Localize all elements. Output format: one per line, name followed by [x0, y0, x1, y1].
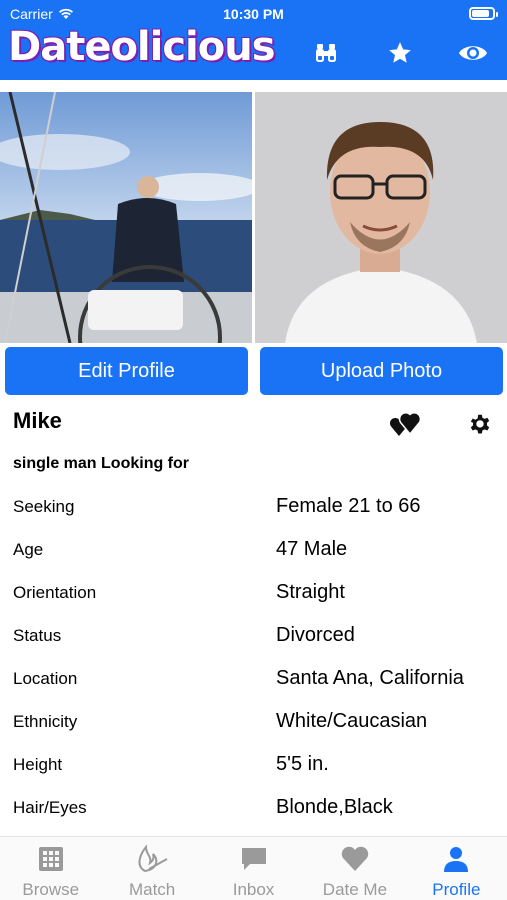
field-value: Female 21 to 66 — [276, 495, 421, 517]
status-time: 10:30 PM — [223, 6, 284, 22]
profile-details: Seeking Female 21 to 66 Age 47 Male Orientat… — [0, 485, 507, 829]
field-label: Seeking — [13, 497, 75, 516]
tab-bar: Browse Match Inbox Date Me Profile — [0, 836, 507, 900]
battery-fill — [472, 10, 489, 17]
profile-field-row: Seeking Female 21 to 66 — [0, 485, 507, 528]
profile-field-row: Age 47 Male — [0, 528, 507, 571]
chat-bubble-icon — [240, 845, 268, 878]
hearts-icon[interactable] — [390, 410, 422, 440]
field-label: Orientation — [13, 583, 97, 602]
profile-field-row: Location Santa Ana, California — [0, 657, 507, 700]
tab-profile[interactable]: Profile — [406, 837, 507, 900]
profile-field-row: Status Divorced — [0, 614, 507, 657]
tab-label: Inbox — [232, 880, 275, 899]
field-value: Divorced — [276, 624, 355, 646]
grid-icon — [37, 845, 65, 878]
person-icon — [442, 845, 470, 878]
tab-label: Match — [128, 880, 176, 899]
profile-field-row: Orientation Straight — [0, 571, 507, 614]
field-label: Status — [13, 626, 62, 645]
profile-headline: single man Looking for — [13, 455, 190, 472]
heart-icon — [340, 845, 370, 878]
profile-field-row: Ethnicity White/Caucasian — [0, 700, 507, 743]
man-with-glasses-photo[interactable] — [255, 92, 507, 343]
field-label: Location — [13, 669, 78, 688]
app-logo: Dateolicious — [8, 24, 276, 70]
app-header: Carrier 10:30 PM Dateolicious — [0, 0, 507, 80]
edit-profile-button[interactable]: Edit Profile — [5, 347, 248, 395]
field-value: 5'5 in. — [276, 753, 329, 775]
field-value: Santa Ana, California — [276, 667, 464, 689]
binoculars-icon[interactable] — [311, 38, 341, 68]
photo-gallery — [0, 92, 507, 343]
field-label: Height — [13, 755, 63, 774]
tab-label: Profile — [432, 880, 481, 899]
profile-field-row: Hair/Eyes Blonde,Black — [0, 786, 507, 829]
profile-name: Mike — [13, 408, 62, 433]
tab-inbox[interactable]: Inbox — [203, 837, 304, 900]
tab-label: Browse — [22, 880, 80, 899]
upload-photo-button[interactable]: Upload Photo — [260, 347, 503, 395]
star-icon[interactable] — [385, 38, 415, 68]
tab-browse[interactable]: Browse — [0, 837, 101, 900]
tab-label: Date Me — [322, 880, 388, 899]
field-label: Age — [13, 540, 44, 559]
field-value: Blonde,Black — [276, 796, 393, 818]
profile-field-row: Height 5'5 in. — [0, 743, 507, 786]
field-label: Ethnicity — [13, 712, 78, 731]
eye-icon[interactable] — [458, 38, 488, 68]
gear-icon[interactable] — [464, 410, 496, 440]
field-value: 47 Male — [276, 538, 348, 560]
man-on-boat-photo[interactable] — [0, 92, 252, 343]
field-value: White/Caucasian — [276, 710, 428, 732]
tab-date-me[interactable]: Date Me — [304, 837, 405, 900]
flame-icon — [135, 844, 169, 878]
battery-icon — [469, 7, 498, 20]
tab-match[interactable]: Match — [101, 837, 202, 900]
field-label: Hair/Eyes — [13, 798, 87, 817]
field-value: Straight — [276, 581, 345, 603]
